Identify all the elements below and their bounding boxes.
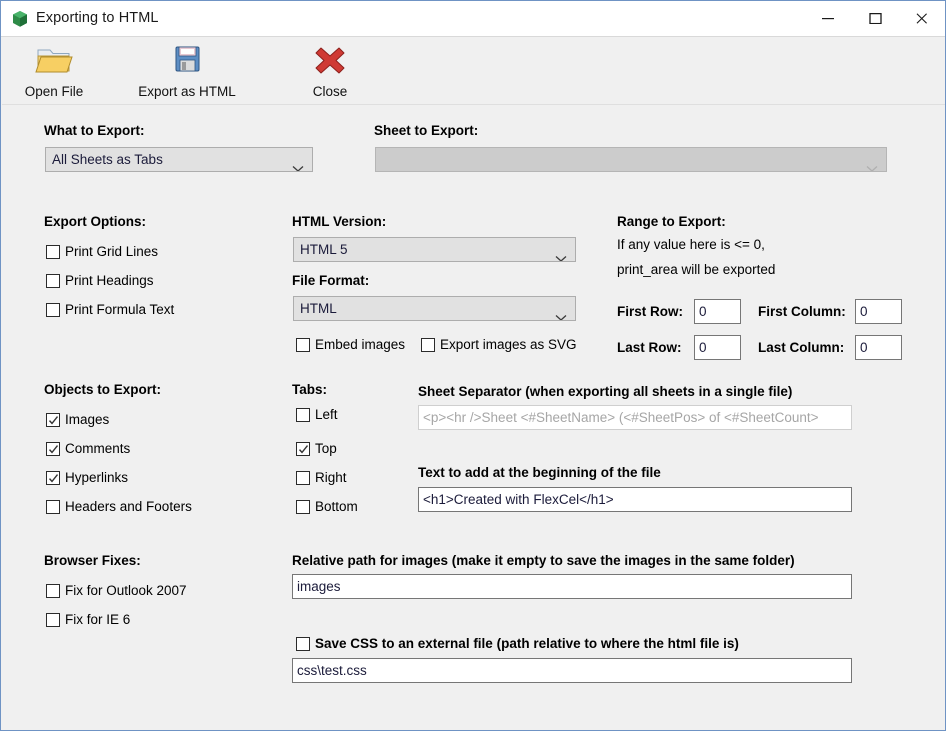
file-format-label: File Format:	[292, 273, 369, 288]
sheet-to-export-label: Sheet to Export:	[374, 123, 478, 138]
sheet-to-export-dropdown[interactable]	[375, 147, 887, 172]
checkbox-label: Images	[65, 412, 109, 427]
export-as-html-button[interactable]: Export as HTML	[122, 41, 252, 99]
close-label: Close	[288, 84, 372, 99]
range-note-line-2: print_area will be exported	[617, 262, 775, 277]
export-as-html-label: Export as HTML	[122, 84, 252, 99]
checkbox-label: Headers and Footers	[65, 499, 192, 514]
checkbox-label: Hyperlinks	[65, 470, 128, 485]
first-column-input[interactable]: 0	[855, 299, 902, 324]
export-options-label: Export Options:	[44, 214, 146, 229]
sheet-separator-label: Sheet Separator (when exporting all shee…	[418, 384, 792, 399]
checkbox-box	[46, 413, 60, 427]
chevron-down-icon	[555, 306, 567, 321]
begin-text-input[interactable]: <h1>Created with FlexCel</h1>	[418, 487, 852, 512]
checkbox-box	[46, 471, 60, 485]
file-format-dropdown[interactable]: HTML	[293, 296, 576, 321]
what-to-export-dropdown[interactable]: All Sheets as Tabs	[45, 147, 313, 172]
checkbox-label: Fix for Outlook 2007	[65, 583, 187, 598]
checkbox-box	[46, 584, 60, 598]
window-title: Exporting to HTML	[36, 10, 159, 26]
close-window-button[interactable]	[899, 1, 945, 36]
browser-fixes-label: Browser Fixes:	[44, 553, 141, 568]
images-path-label: Relative path for images (make it empty …	[292, 553, 795, 568]
save-floppy-icon	[122, 41, 252, 83]
toolbar: Open File Export as HTML Close	[2, 37, 946, 105]
maximize-button[interactable]	[853, 1, 899, 36]
checkbox-label: Bottom	[315, 499, 358, 514]
checkbox-box	[46, 500, 60, 514]
file-format-value: HTML	[300, 301, 337, 316]
begin-text-label: Text to add at the beginning of the file	[418, 465, 661, 480]
checkbox-label: Print Formula Text	[65, 302, 174, 317]
open-file-button[interactable]: Open File	[10, 41, 98, 99]
checkbox-label: Top	[315, 441, 337, 456]
html-version-label: HTML Version:	[292, 214, 386, 229]
checkbox-label: Comments	[65, 441, 130, 456]
last-row-input[interactable]: 0	[694, 335, 741, 360]
external-css-path-input[interactable]: css\test.css	[292, 658, 852, 683]
minimize-button[interactable]	[806, 1, 852, 36]
chevron-down-icon	[866, 157, 878, 172]
checkbox-label: Export images as SVG	[440, 337, 577, 352]
sheet-separator-input[interactable]: <p><hr />Sheet <#SheetName> (<#SheetPos>…	[418, 405, 852, 430]
checkbox-label: Print Grid Lines	[65, 244, 158, 259]
export-to-html-window: Exporting to HTML Open File	[0, 0, 946, 731]
what-to-export-value: All Sheets as Tabs	[52, 152, 163, 167]
first-column-label: First Column:	[758, 304, 846, 319]
last-row-label: Last Row:	[617, 340, 682, 355]
chevron-down-icon	[555, 247, 567, 262]
checkbox-box	[296, 637, 310, 651]
checkbox-box	[46, 274, 60, 288]
last-column-input[interactable]: 0	[855, 335, 902, 360]
open-folder-icon	[10, 41, 98, 83]
checkbox-label: Embed images	[315, 337, 405, 352]
objects-to-export-label: Objects to Export:	[44, 382, 161, 397]
checkbox-box	[296, 500, 310, 514]
last-column-label: Last Column:	[758, 340, 844, 355]
checkbox-label: Print Headings	[65, 273, 154, 288]
html-version-value: HTML 5	[300, 242, 348, 257]
red-x-icon	[288, 41, 372, 83]
tabs-label: Tabs:	[292, 382, 327, 397]
what-to-export-label: What to Export:	[44, 123, 145, 138]
title-bar: Exporting to HTML	[1, 1, 945, 37]
checkbox-box	[46, 613, 60, 627]
checkbox-label: Save CSS to an external file (path relat…	[315, 636, 739, 651]
checkbox-box	[296, 442, 310, 456]
checkbox-box	[46, 245, 60, 259]
chevron-down-icon	[292, 157, 304, 172]
open-file-label: Open File	[10, 84, 98, 99]
html-version-dropdown[interactable]: HTML 5	[293, 237, 576, 262]
checkbox-label: Fix for IE 6	[65, 612, 130, 627]
first-row-label: First Row:	[617, 304, 683, 319]
images-path-input[interactable]: images	[292, 574, 852, 599]
close-button[interactable]: Close	[288, 41, 372, 99]
checkbox-label: Right	[315, 470, 347, 485]
checkbox-box	[46, 442, 60, 456]
green-cube-icon	[10, 9, 30, 29]
checkbox-box	[296, 471, 310, 485]
checkbox-label: Left	[315, 407, 338, 422]
range-note-line-1: If any value here is <= 0,	[617, 237, 765, 252]
checkbox-box	[296, 408, 310, 422]
range-to-export-label: Range to Export:	[617, 214, 726, 229]
checkbox-box	[421, 338, 435, 352]
checkbox-box	[46, 303, 60, 317]
first-row-input[interactable]: 0	[694, 299, 741, 324]
checkbox-box	[296, 338, 310, 352]
